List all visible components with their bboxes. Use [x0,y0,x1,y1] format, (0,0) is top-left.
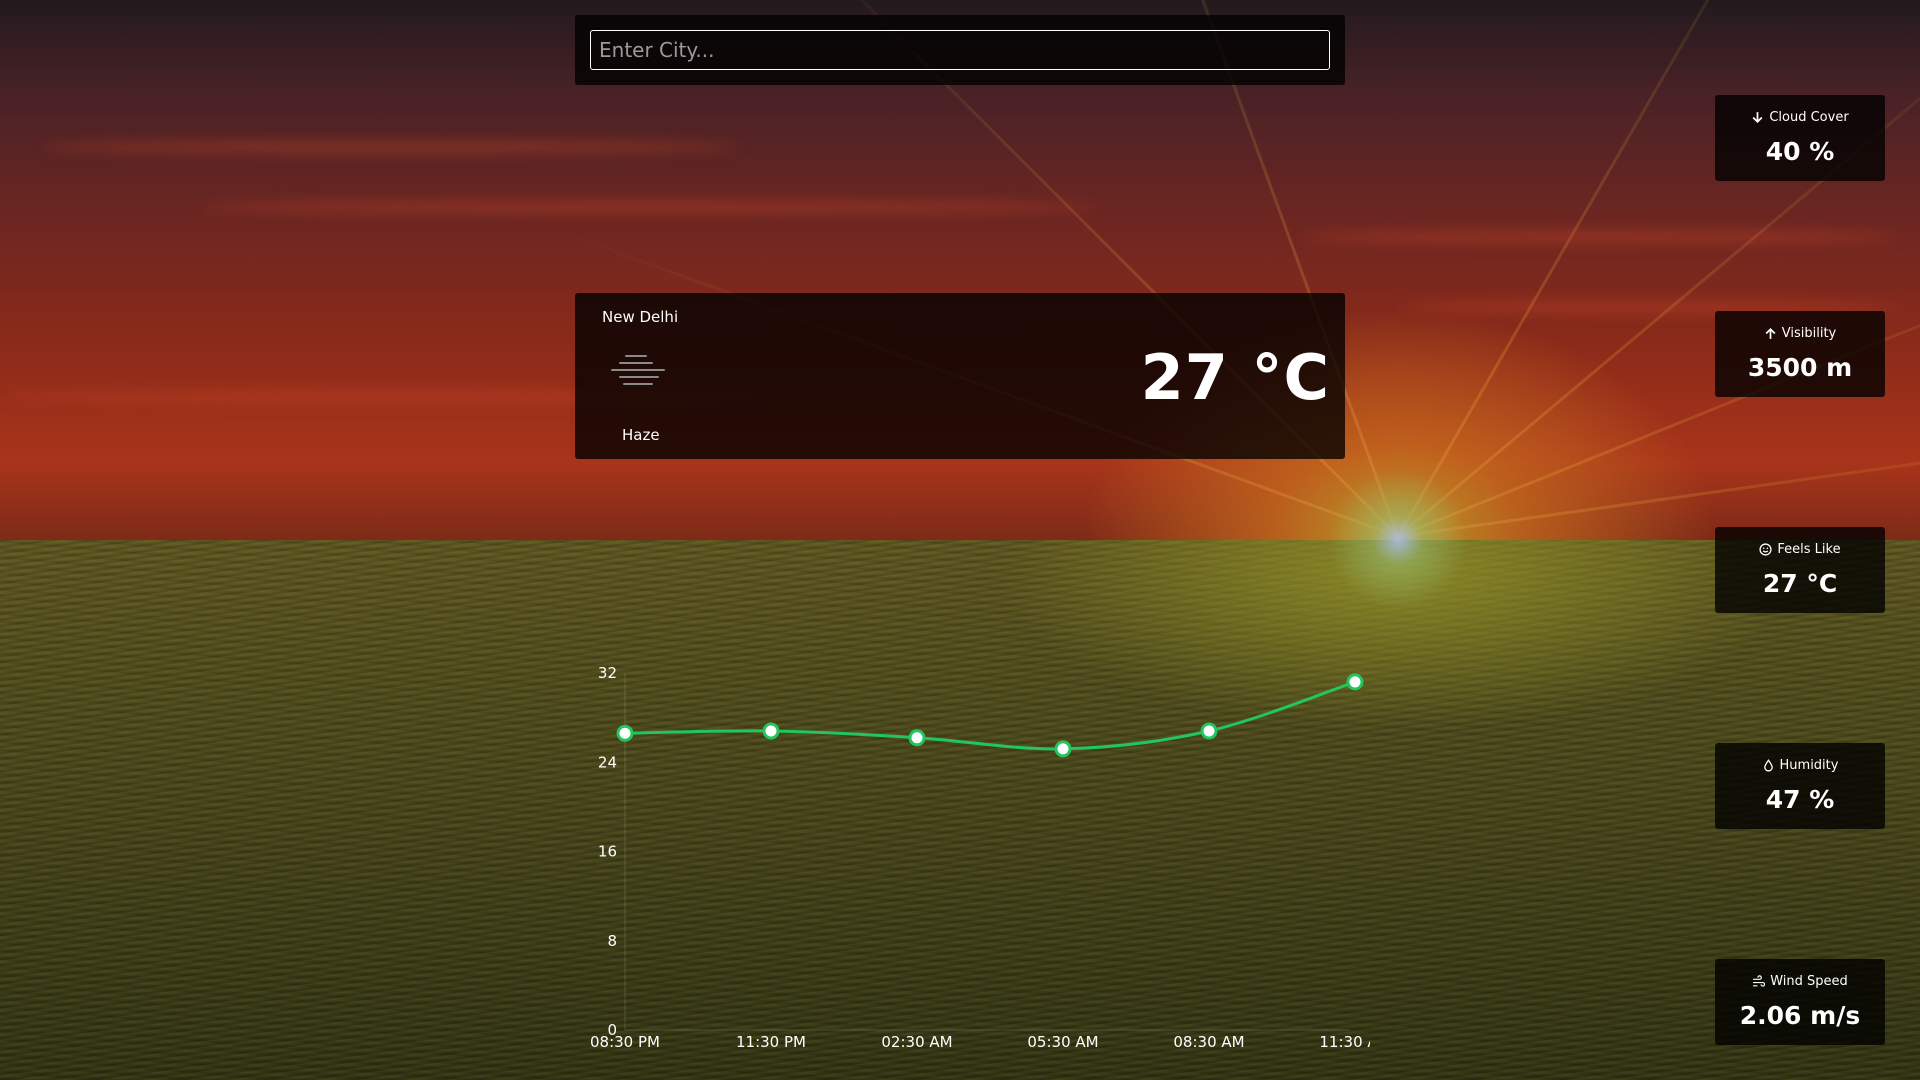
city-name: New Delhi [602,308,679,326]
sun [1328,470,1468,610]
y-tick-label: 32 [598,664,617,682]
feels-like-label: Feels Like [1777,542,1841,557]
y-tick-label: 8 [607,932,617,950]
droplet-icon [1763,759,1773,772]
wind-speed-card: Wind Speed 2.06 m/s [1715,959,1885,1045]
haze-icon [611,353,667,393]
arrow-up-icon [1765,327,1776,339]
visibility-label: Visibility [1781,326,1837,341]
current-weather-card: New Delhi Haze 27 °C [575,293,1345,459]
arrow-down-icon [1752,112,1763,124]
weather-condition: Haze [622,426,660,444]
humidity-label: Humidity [1779,758,1839,773]
feels-like-card: Feels Like 27 °C [1715,527,1885,613]
data-point [908,729,926,747]
visibility-value: 3500 m [1747,353,1853,382]
current-temperature: 27 °C [1140,341,1330,414]
x-tick-label: 08:30 AM [1173,1033,1244,1051]
data-point [616,724,634,742]
x-tick-label: 05:30 AM [1027,1033,1098,1051]
temperature-series-line [624,680,1356,751]
x-tick-label: 08:30 PM [590,1033,660,1051]
humidity-card: Humidity 47 % [1715,743,1885,829]
wind-speed-value: 2.06 m/s [1739,1001,1861,1030]
data-point [1200,722,1218,740]
y-tick-label: 16 [598,843,617,861]
y-tick-label: 24 [598,753,617,771]
x-tick-label: 11:30 AM [1319,1033,1370,1051]
data-point [1054,740,1072,758]
x-tick-label: 02:30 AM [881,1033,952,1051]
temperature-line-chart: 0816243208:30 PM 11:30 PM 02:30 AM 05:30 AM… [590,664,1370,1051]
city-search-input[interactable] [590,30,1330,70]
smile-icon [1759,543,1772,556]
data-point [1346,673,1364,691]
data-point [762,722,780,740]
visibility-card: Visibility 3500 m [1715,311,1885,397]
temperature-chart: 0 8 16 24 32 08:30 PM 11:30 PM 02:30 AM 05:30 AM… [570,655,1370,1055]
search-panel [575,15,1345,85]
wind-icon [1753,975,1766,987]
feels-like-value: 27 °C [1762,569,1838,598]
cloud-cover-card: Cloud Cover 40 % [1715,95,1885,181]
x-tick-label: 11:30 PM [736,1033,806,1051]
cloud-cover-label: Cloud Cover [1769,110,1849,125]
wind-speed-label: Wind Speed [1770,974,1848,989]
cloud-cover-value: 40 % [1765,137,1835,166]
humidity-value: 47 % [1765,785,1835,814]
